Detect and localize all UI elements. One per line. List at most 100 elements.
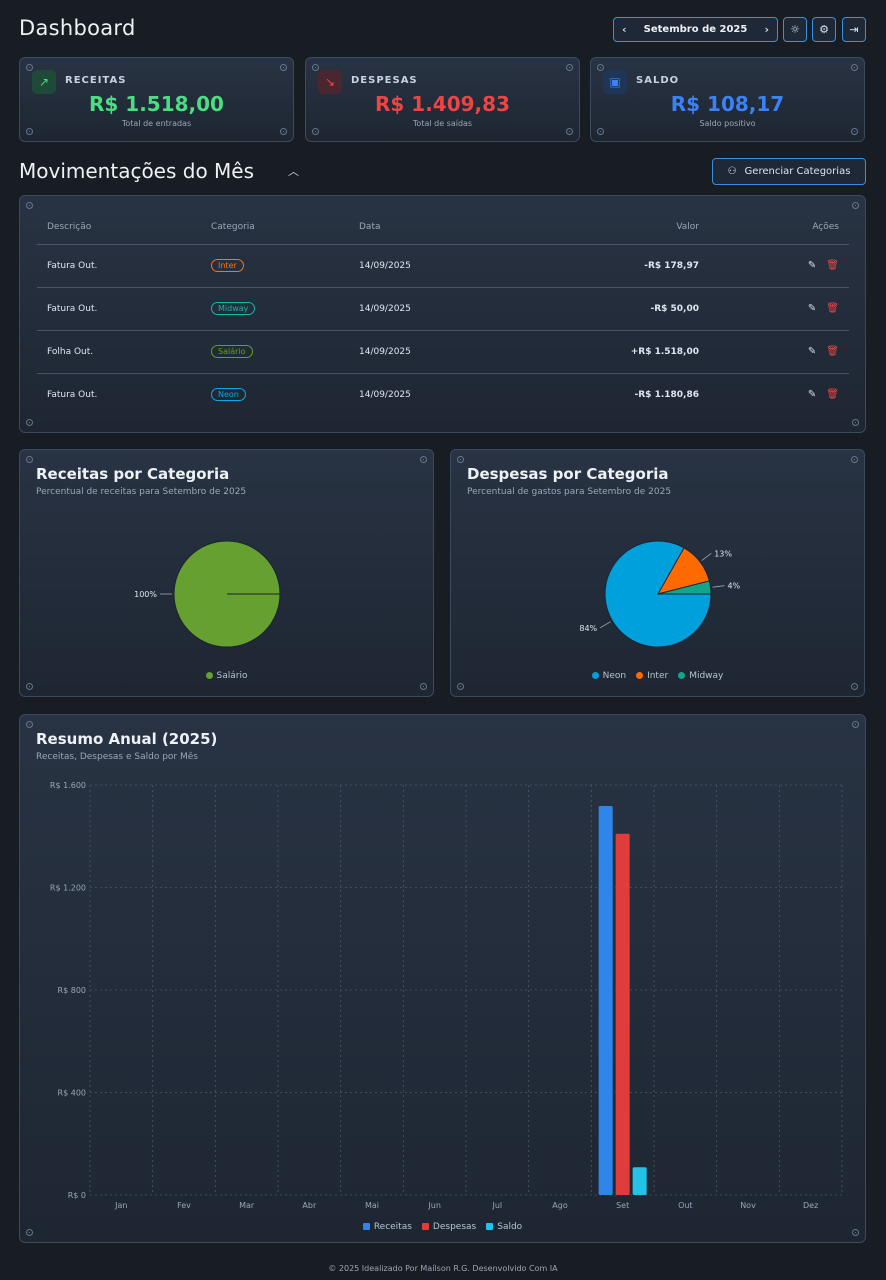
wallet-icon: ▣ — [603, 70, 627, 94]
chevron-up-icon[interactable]: ︿ — [288, 163, 299, 179]
income-pie-chart: 100% — [134, 540, 281, 648]
pie-label-line — [701, 552, 712, 561]
table-row: Fatura Out. Inter 14/09/2025 -R$ 178,97 ✎ 🗑 — [37, 244, 849, 288]
annual-chart-panel: Resumo Anual (2025) Receitas, Despesas e… — [19, 714, 866, 1243]
row-actions: ✎ 🗑 — [709, 244, 849, 288]
pie-data-label: 13% — [714, 549, 732, 558]
annual-bar-chart: R$ 0 R$ 400 R$ 800 R$ 1.200 R$ 1.600 Jan Fev Ma… — [50, 781, 843, 1210]
income-chart-legend: Salário — [20, 671, 433, 681]
x-tick-label: Jan — [114, 1201, 127, 1210]
annual-chart-legend: Receitas Despesas Saldo — [20, 1222, 865, 1232]
category-badge: Midway — [211, 302, 256, 315]
pie-label-line — [712, 585, 725, 588]
x-tick-label: Jun — [427, 1201, 441, 1210]
y-tick-label: R$ 1.200 — [50, 884, 86, 893]
manage-categories-button[interactable]: ⚇ Gerenciar Categorias — [712, 158, 866, 185]
sun-icon: ☼ — [790, 23, 800, 36]
balance-card-label: SALDO — [636, 75, 680, 86]
legend-label: Neon — [602, 671, 627, 681]
movements-title: Movimentações do Mês — [19, 159, 255, 183]
row-actions: ✎ 🗑 — [709, 287, 849, 331]
edit-icon[interactable]: ✎ — [808, 260, 816, 271]
logout-button[interactable]: ⇥ — [842, 17, 866, 42]
row-date: 14/09/2025 — [349, 330, 499, 374]
row-category: Neon — [201, 373, 349, 416]
legend-marker — [636, 672, 644, 679]
trash-icon[interactable]: 🗑 — [826, 260, 839, 271]
x-tick-label: Nov — [740, 1201, 756, 1210]
row-value: +R$ 1.518,00 — [499, 330, 709, 374]
chevron-right-icon[interactable]: › — [764, 23, 769, 36]
legend-item[interactable]: Receitas — [362, 1222, 412, 1232]
y-tick-label: R$ 1.600 — [50, 781, 86, 790]
trending-up-icon: ↗ — [32, 70, 56, 94]
legend-marker — [486, 1223, 494, 1230]
row-date: 14/09/2025 — [349, 287, 499, 331]
annual-chart-subtitle: Receitas, Despesas e Saldo por Mês — [36, 752, 198, 762]
row-date: 14/09/2025 — [359, 389, 411, 400]
income-chart-title: Receitas por Categoria — [36, 465, 230, 483]
pie-data-label: 100% — [134, 590, 157, 599]
column-header: Valor — [499, 210, 709, 245]
expense-total: R$ 1.409,83 — [375, 92, 510, 116]
x-tick-label: Mai — [365, 1201, 379, 1210]
y-tick-label: R$ 400 — [58, 1089, 86, 1098]
manage-categories-label: Gerenciar Categorias — [744, 166, 851, 177]
categories-icon: ⚇ — [727, 166, 737, 177]
legend-item[interactable]: Inter — [636, 671, 668, 681]
x-tick-label: Set — [616, 1201, 629, 1210]
income-chart-panel: Receitas por Categoria Percentual de rec… — [19, 449, 434, 697]
legend-item[interactable]: Despesas — [421, 1222, 477, 1232]
transactions-table: Descrição Categoria Data Valor Ações Fat… — [37, 210, 849, 416]
legend-item[interactable]: Saldo — [486, 1222, 522, 1232]
chevron-left-icon[interactable]: ‹ — [622, 23, 627, 36]
legend-label: Midway — [689, 671, 724, 681]
category-badge: Salário — [211, 345, 253, 358]
legend-label: Salário — [216, 671, 248, 681]
settings-button[interactable]: ⚙ — [812, 17, 836, 42]
column-header: Ações — [709, 210, 849, 245]
edit-icon[interactable]: ✎ — [808, 389, 816, 400]
column-header: Categoria — [201, 210, 349, 245]
pie-label-line — [599, 621, 611, 629]
legend-item[interactable]: Neon — [591, 671, 627, 681]
expense-chart-title: Despesas por Categoria — [467, 465, 669, 483]
row-date: 14/09/2025 — [349, 244, 499, 288]
legend-label: Receitas — [373, 1222, 412, 1232]
x-tick-label: Out — [678, 1201, 693, 1210]
trash-icon[interactable]: 🗑 — [826, 303, 839, 314]
annual-chart-title: Resumo Anual (2025) — [36, 730, 218, 748]
legend-item[interactable]: Salário — [205, 671, 248, 681]
legend-item[interactable]: Midway — [678, 671, 723, 681]
category-badge: Neon — [211, 388, 246, 402]
legend-marker — [678, 672, 686, 679]
x-tick-label: Dez — [803, 1201, 818, 1210]
trash-icon[interactable]: 🗑 — [826, 389, 839, 400]
row-category: Midway — [201, 287, 349, 331]
column-header: Descrição — [37, 210, 201, 245]
income-card-subtitle: Total de entradas — [121, 119, 192, 128]
income-card-label: RECEITAS — [65, 75, 127, 86]
expense-card-subtitle: Total de saídas — [412, 119, 473, 128]
x-tick-label: Mar — [239, 1201, 255, 1210]
row-description: Fatura Out. — [37, 244, 201, 288]
legend-marker — [421, 1223, 429, 1230]
legend-label: Despesas — [432, 1222, 477, 1232]
edit-icon[interactable]: ✎ — [808, 303, 816, 314]
table-row: Fatura Out. Neon 14/09/2025 -R$ 1.180,86 ✎ 🗑 — [37, 373, 849, 416]
edit-icon[interactable]: ✎ — [808, 346, 816, 357]
expense-chart-subtitle: Percentual de gastos para Setembro de 20… — [467, 487, 672, 497]
expense-card-label: DESPESAS — [351, 75, 418, 86]
row-value: -R$ 1.180,86 — [634, 389, 699, 400]
income-total: R$ 1.518,00 — [89, 92, 224, 116]
expense-pie-chart: 84% 13% 4% — [579, 540, 741, 648]
pie-data-label: 4% — [727, 582, 740, 591]
trash-icon[interactable]: 🗑 — [826, 346, 839, 357]
theme-toggle-button[interactable]: ☼ — [783, 17, 807, 42]
balance-card: ▣ SALDO R$ 108,17 Saldo positivo — [590, 57, 865, 142]
legend-marker — [205, 672, 213, 679]
month-selector: ‹ Setembro de 2025 › — [613, 17, 778, 42]
page-title: Dashboard — [19, 16, 136, 40]
bar — [615, 833, 630, 1195]
income-card: ↗ RECEITAS R$ 1.518,00 Total de entradas — [19, 57, 294, 142]
